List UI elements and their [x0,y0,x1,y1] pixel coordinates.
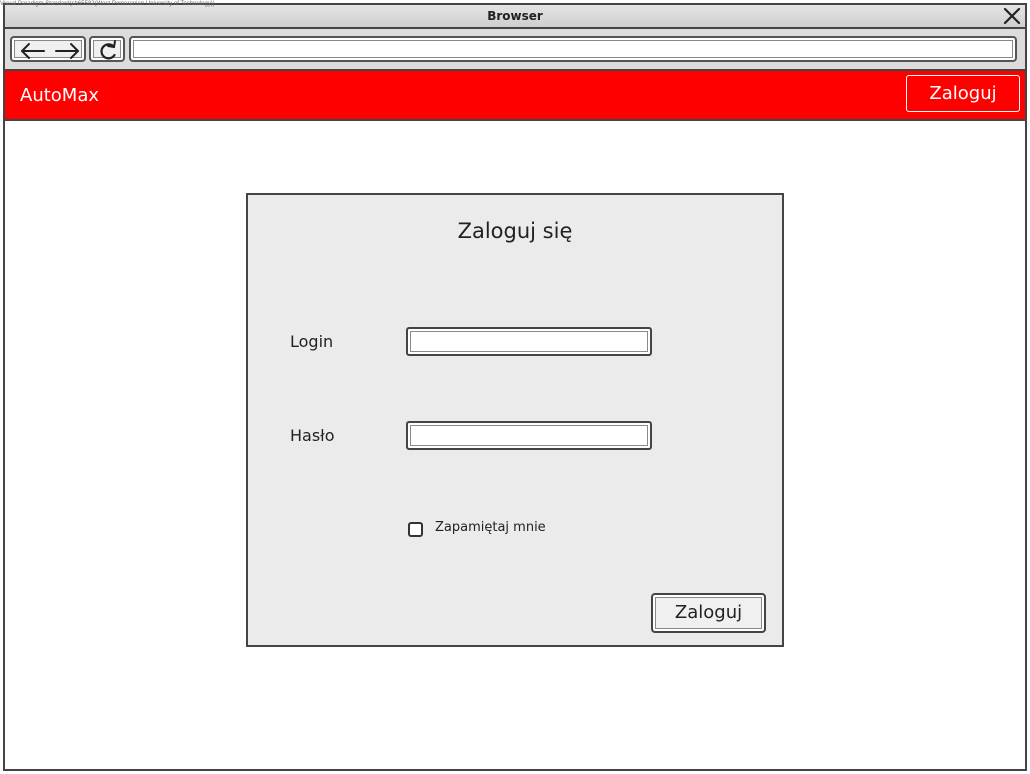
login-submit-button[interactable]: Zaloguj [651,593,766,633]
browser-toolbar [5,29,1025,71]
login-label: Login [290,332,334,351]
watermark-text: Visual Paradigm Standard(sh65582(West Po… [0,1,215,7]
window-titlebar: Browser [5,5,1025,29]
login-form: Zaloguj się Login Hasło Zapamiętaj mnie … [246,193,784,647]
window-title: Browser [487,9,543,23]
reload-button[interactable] [89,36,125,62]
app-header: AutoMax Zaloguj [5,71,1025,121]
address-bar[interactable] [129,36,1017,62]
browser-window: Browser AutoMax Zaloguj Zaloguj się Logi… [3,3,1027,771]
remember-me-checkbox[interactable] [408,522,423,537]
close-button[interactable] [1001,5,1023,27]
brand-logo-text[interactable]: AutoMax [20,85,99,106]
back-forward-button[interactable] [10,36,86,62]
header-login-button[interactable]: Zaloguj [906,75,1020,112]
arrow-right-icon[interactable] [55,43,79,59]
login-input[interactable] [406,327,652,356]
remember-me-label[interactable]: Zapamiętaj mnie [435,520,546,535]
reload-icon [100,40,116,60]
password-label: Hasło [290,426,335,445]
login-form-title: Zaloguj się [457,219,573,243]
close-x-icon [1003,7,1021,25]
password-input[interactable] [406,421,652,450]
arrow-left-icon[interactable] [21,43,45,59]
